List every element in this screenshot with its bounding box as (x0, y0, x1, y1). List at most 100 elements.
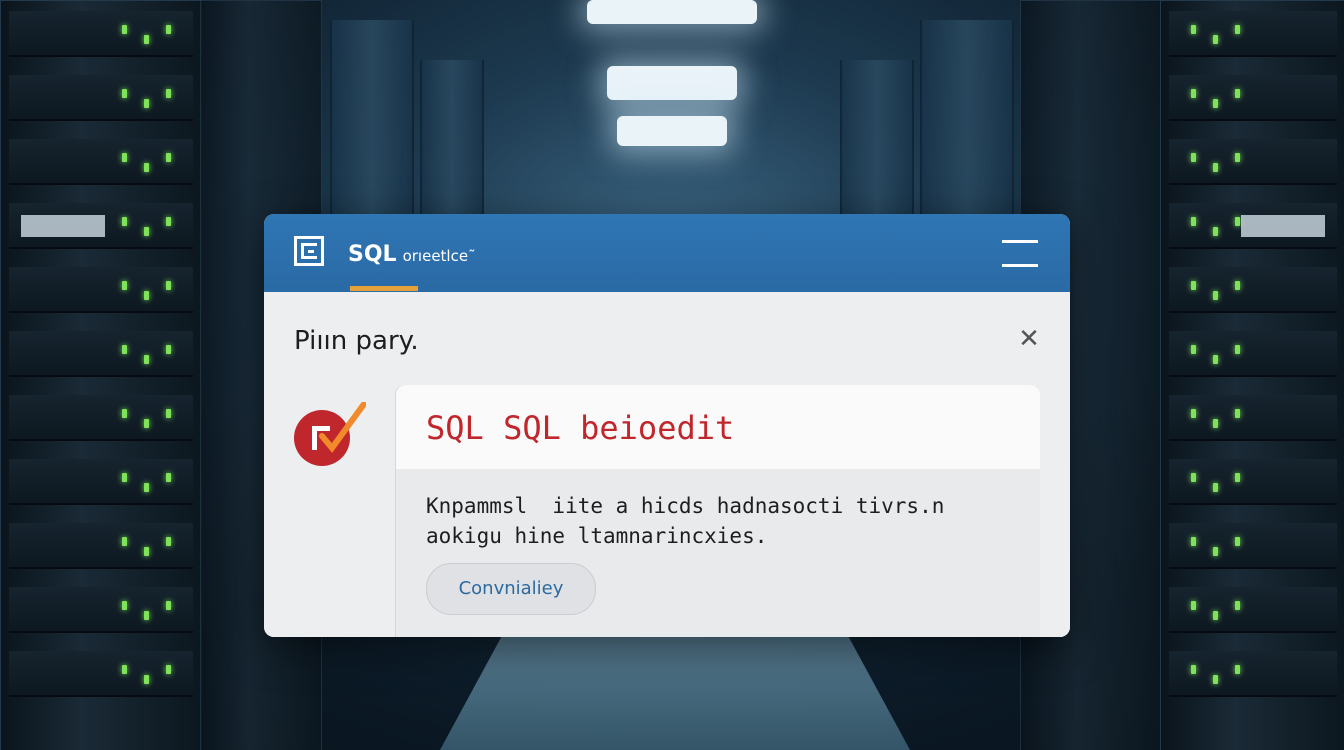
rack-status-led (166, 409, 171, 418)
close-icon[interactable]: ✕ (1018, 326, 1040, 352)
rack-status-led (122, 665, 127, 674)
rack-status-led (1191, 281, 1196, 290)
rack-unit (9, 267, 193, 313)
hamburger-menu-icon[interactable] (1002, 238, 1038, 268)
rack-status-led (166, 665, 171, 674)
rack-label-plate (1241, 215, 1325, 237)
rack-status-led (1235, 665, 1240, 674)
rack-status-led (1235, 281, 1240, 290)
rack-status-led (122, 89, 127, 98)
rack-status-led (1213, 547, 1218, 556)
rack-unit (9, 587, 193, 633)
rack-status-led (166, 601, 171, 610)
rack-status-led (122, 537, 127, 546)
rack-unit (1169, 75, 1337, 121)
rack-status-led (1235, 473, 1240, 482)
rack-unit (1169, 523, 1337, 569)
rack-status-led (166, 345, 171, 354)
ceiling-light (607, 66, 737, 100)
rack-status-led (1235, 537, 1240, 546)
rack-status-led (1191, 217, 1196, 226)
rack-status-led (1191, 25, 1196, 34)
error-title: SQL SQL beioedit (426, 409, 735, 447)
dialog-body: Piıın pary. ✕ SQL SQL beioedit Knpammsl … (264, 292, 1070, 637)
rack-status-led (1191, 409, 1196, 418)
dialog-heading: Piıın pary. (294, 326, 419, 356)
rack-status-led (1191, 537, 1196, 546)
warning-check-badge-icon (294, 402, 366, 466)
continue-button[interactable]: Convnialiey (426, 563, 596, 615)
app-title: SQL orıeetlce˜ (348, 242, 476, 267)
rack-status-led (144, 419, 149, 428)
rack-status-led (166, 153, 171, 162)
rack-status-led (1235, 601, 1240, 610)
rack-status-led (122, 345, 127, 354)
rack-status-led (144, 99, 149, 108)
rack-status-led (122, 25, 127, 34)
rack-status-led (122, 409, 127, 418)
rack-unit (1169, 267, 1337, 313)
sql-dialog-window: SQL orıeetlce˜ Piıın pary. ✕ SQL SQL beio… (264, 214, 1070, 637)
ceiling-light (617, 116, 727, 146)
rack-unit (1169, 587, 1337, 633)
rack-status-led (1235, 153, 1240, 162)
rack-unit (9, 75, 193, 121)
rack-status-led (1213, 419, 1218, 428)
rack-label-plate (21, 215, 105, 237)
rack-status-led (166, 281, 171, 290)
rack-status-led (166, 217, 171, 226)
rack-unit (1169, 651, 1337, 697)
app-title-main: SQL (348, 242, 397, 267)
server-rack-right (1160, 0, 1344, 750)
rack-status-led (1191, 665, 1196, 674)
rack-unit (1169, 395, 1337, 441)
active-tab-indicator (350, 286, 418, 291)
rack-status-led (166, 473, 171, 482)
aisle-floor (440, 620, 910, 750)
error-card: SQL SQL beioedit Knpammsl iite a hicds h… (395, 385, 1040, 637)
rack-status-led (1213, 99, 1218, 108)
rack-status-led (1191, 89, 1196, 98)
rack-status-led (1191, 153, 1196, 162)
error-card-header: SQL SQL beioedit (396, 385, 1040, 469)
rack-unit (9, 139, 193, 185)
rack-status-led (1235, 25, 1240, 34)
rack-status-led (144, 611, 149, 620)
rack-unit (1169, 11, 1337, 57)
rack-status-led (122, 281, 127, 290)
rack-status-led (1213, 291, 1218, 300)
rack-status-led (1191, 601, 1196, 610)
ceiling-light (587, 0, 757, 24)
rack-status-led (1235, 217, 1240, 226)
rack-status-led (1191, 473, 1196, 482)
rack-unit (1169, 459, 1337, 505)
rack-status-led (1235, 345, 1240, 354)
rack-status-led (122, 153, 127, 162)
rack-unit (1169, 139, 1337, 185)
rack-status-led (144, 355, 149, 364)
rack-status-led (144, 35, 149, 44)
rack-status-led (144, 163, 149, 172)
rack-status-led (1235, 409, 1240, 418)
rack-status-led (1213, 163, 1218, 172)
rack-status-led (1213, 675, 1218, 684)
rack-unit (9, 523, 193, 569)
app-title-sub: orıeetlce˜ (402, 247, 476, 265)
rack-status-led (166, 89, 171, 98)
rack-status-led (1191, 345, 1196, 354)
rack-status-led (122, 601, 127, 610)
rack-unit (9, 11, 193, 57)
rack-status-led (1235, 89, 1240, 98)
server-rack-left (0, 0, 202, 750)
rack-status-led (1213, 355, 1218, 364)
rack-unit (9, 395, 193, 441)
rack-unit (9, 331, 193, 377)
rack-status-led (1213, 227, 1218, 236)
title-bar: SQL orıeetlce˜ (264, 214, 1070, 292)
rack-status-led (1213, 611, 1218, 620)
rack-status-led (166, 537, 171, 546)
rack-unit (1169, 331, 1337, 377)
rack-status-led (144, 675, 149, 684)
rack-status-led (122, 217, 127, 226)
database-logo-icon (294, 236, 324, 266)
